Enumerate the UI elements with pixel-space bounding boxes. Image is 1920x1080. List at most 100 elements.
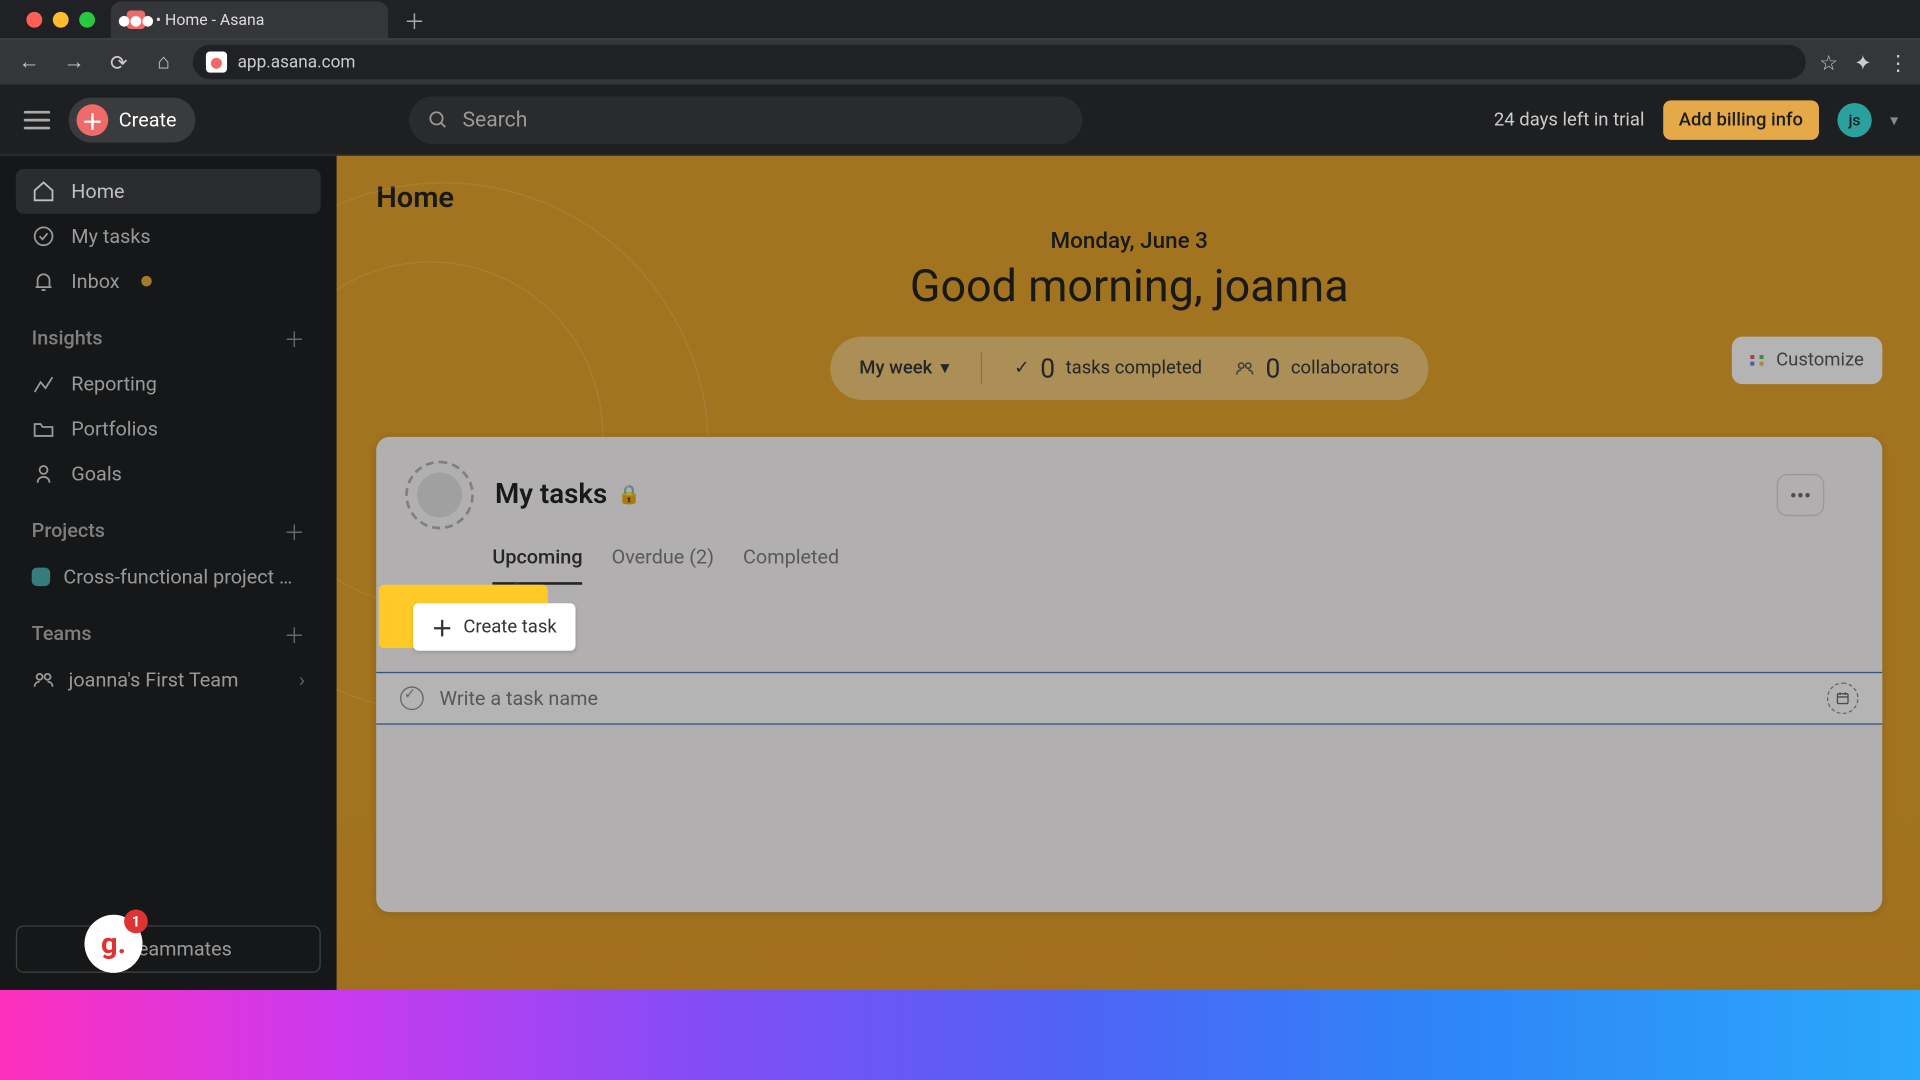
project-color-icon [32, 568, 50, 586]
unread-dot-icon [141, 276, 152, 287]
collaborators-stat: 0 collaborators [1234, 352, 1399, 384]
sidebar-item-mytasks[interactable]: My tasks [16, 214, 321, 259]
tasks-completed-stat: ✓ 0 tasks completed [1014, 352, 1202, 384]
badge-count: 1 [124, 909, 148, 933]
lock-icon: 🔒 [618, 484, 641, 505]
create-task-label: Create task [463, 616, 556, 637]
invite-teammates-button[interactable]: ite teammates [16, 925, 321, 973]
guide-badge[interactable]: g. 1 [84, 915, 142, 973]
task-check-icon[interactable] [400, 686, 424, 710]
maximize-window-icon[interactable] [79, 11, 95, 27]
window-controls[interactable] [11, 0, 111, 38]
tab-upcoming[interactable]: Upcoming [492, 545, 582, 585]
sidebar-label: Inbox [71, 269, 119, 293]
search-icon [428, 109, 449, 130]
add-project-button[interactable]: ＋ [284, 515, 305, 547]
tasks-title-text: My tasks [495, 479, 607, 511]
reporting-icon [32, 372, 56, 396]
stat-label: tasks completed [1066, 358, 1202, 379]
greeting: Good morning, joanna [337, 260, 1920, 313]
forward-button[interactable]: → [58, 46, 90, 78]
extensions-icon[interactable]: ✦ [1854, 50, 1872, 75]
sidebar-label: Home [71, 180, 124, 204]
tab-title: • Home - Asana [156, 11, 265, 29]
check-icon [32, 224, 56, 248]
app-header: ＋ Create Search 24 days left in trial Ad… [0, 84, 1920, 155]
myweek-dropdown[interactable]: My week ▾ [859, 358, 949, 379]
goals-icon [32, 462, 56, 486]
sidebar-label: Portfolios [71, 417, 158, 441]
section-teams: Teams ＋ [16, 599, 321, 657]
more-options-button[interactable]: ••• [1777, 474, 1825, 516]
project-label: Cross-functional project p... [63, 565, 301, 589]
minimize-window-icon[interactable] [53, 11, 69, 27]
browser-tab[interactable]: ⬤⬤⬤ • Home - Asana [111, 1, 388, 38]
bookmark-icon[interactable]: ☆ [1819, 50, 1838, 75]
user-avatar[interactable]: js [1837, 102, 1871, 136]
add-team-button[interactable]: ＋ [284, 618, 305, 650]
sidebar-item-reporting[interactable]: Reporting [16, 362, 321, 407]
sidebar-label: My tasks [71, 224, 150, 248]
tasks-card: My tasks 🔒 ••• Upcoming Overdue (2) Comp… [376, 437, 1882, 912]
menu-toggle-icon[interactable] [24, 110, 50, 128]
url-bar[interactable]: ⬤ app.asana.com [193, 45, 1806, 79]
search-input[interactable]: Search [410, 96, 1083, 144]
team-item[interactable]: joanna's First Team › [16, 657, 321, 702]
sidebar-item-home[interactable]: Home [16, 169, 321, 214]
section-title: Insights [32, 326, 103, 350]
sidebar-item-portfolios[interactable]: Portfolios [16, 407, 321, 452]
sidebar-label: Goals [71, 462, 122, 486]
stat-label: collaborators [1291, 358, 1399, 379]
close-window-icon[interactable] [26, 11, 42, 27]
team-label: joanna's First Team [69, 668, 239, 692]
plus-icon: ＋ [432, 611, 453, 643]
trial-status: 24 days left in trial [1494, 109, 1645, 130]
stats-pill: My week ▾ ✓ 0 tasks completed 0 coll [830, 337, 1428, 400]
set-date-button[interactable] [1827, 682, 1859, 714]
customize-button[interactable]: Customize [1731, 337, 1882, 385]
browser-menu-icon[interactable]: ⋮ [1888, 50, 1909, 75]
chevron-right-icon: › [299, 668, 305, 692]
task-name-input[interactable] [440, 686, 1811, 710]
plus-icon: ＋ [77, 104, 109, 136]
profile-placeholder-icon[interactable] [405, 461, 474, 530]
section-title: Teams [32, 622, 92, 646]
add-insight-button[interactable]: ＋ [284, 322, 305, 354]
tab-overdue[interactable]: Overdue (2) [612, 545, 714, 585]
create-label: Create [119, 108, 177, 132]
page-title: Home [337, 156, 1920, 229]
section-projects: Projects ＋ [16, 496, 321, 554]
chevron-down-icon: ▾ [940, 358, 949, 379]
tasks-tabs: Upcoming Overdue (2) Completed [376, 529, 1882, 584]
new-task-row[interactable] [376, 672, 1882, 725]
sidebar-item-inbox[interactable]: Inbox [16, 259, 321, 304]
main-content: Home Monday, June 3 Good morning, joanna… [337, 156, 1920, 1080]
stat-count: 0 [1265, 352, 1280, 384]
home-icon [32, 180, 56, 204]
sidebar-item-goals[interactable]: Goals [16, 451, 321, 496]
project-item[interactable]: Cross-functional project p... [16, 554, 321, 599]
section-title: Projects [32, 519, 105, 543]
customize-icon [1750, 355, 1766, 366]
back-button[interactable]: ← [13, 46, 45, 78]
date-line: Monday, June 3 [337, 228, 1920, 254]
create-task-button[interactable]: ＋ Create task [413, 603, 575, 651]
myweek-label: My week [859, 358, 932, 379]
chevron-down-icon[interactable]: ▾ [1890, 110, 1898, 128]
search-placeholder: Search [462, 107, 527, 132]
footer-gradient [0, 990, 1920, 1080]
url-text: app.asana.com [238, 52, 356, 72]
home-button[interactable]: ⌂ [148, 46, 180, 78]
create-button[interactable]: ＋ Create [69, 97, 195, 142]
browser-chrome: ⬤⬤⬤ • Home - Asana ＋ ← → ⟳ ⌂ ⬤ app.asana… [0, 0, 1920, 84]
tab-completed[interactable]: Completed [743, 545, 839, 585]
asana-favicon-icon: ⬤⬤⬤ [127, 11, 145, 29]
customize-label: Customize [1776, 350, 1864, 371]
sidebar-label: Reporting [71, 372, 157, 396]
stat-count: 0 [1040, 352, 1055, 384]
reload-button[interactable]: ⟳ [103, 46, 135, 78]
new-tab-button[interactable]: ＋ [396, 1, 433, 38]
add-billing-button[interactable]: Add billing info [1663, 100, 1819, 140]
check-icon: ✓ [1014, 358, 1029, 379]
team-icon [32, 668, 56, 692]
